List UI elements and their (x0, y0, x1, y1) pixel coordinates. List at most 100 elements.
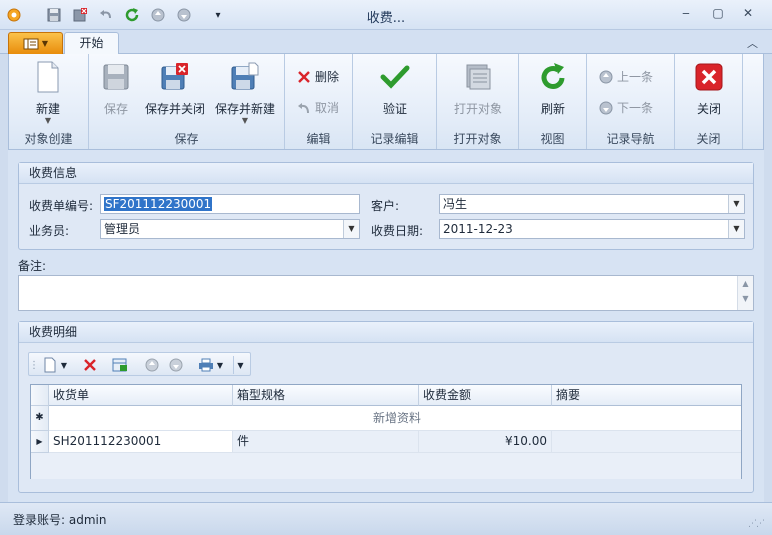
ribbon-group-open: 打开对象 打开对象 (437, 54, 519, 149)
new-row-indicator-icon: ✱ (31, 406, 49, 431)
customer-label: 客户: (371, 199, 400, 213)
chevron-down-icon[interactable]: ▼ (728, 195, 744, 213)
grid-move-down-icon[interactable] (167, 356, 185, 374)
grid-corner (31, 385, 49, 406)
info-panel-title: 收费信息 (19, 163, 753, 184)
new-button[interactable]: 新建 ▼ (19, 60, 77, 125)
chevron-down-icon: ▼ (241, 116, 249, 125)
save-and-new-button[interactable]: 保存并新建 ▼ (213, 60, 277, 125)
detail-grid: 收货单 箱型规格 收费金额 摘要 ✱ 新增资料 ▶ SH201112230001… (30, 384, 742, 479)
refresh-button[interactable]: 刷新 (533, 60, 573, 117)
tab-start[interactable]: 开始 (64, 32, 119, 55)
table-row-receipt[interactable]: SH201112230001 (49, 431, 233, 453)
save-close-icon (161, 63, 188, 90)
resize-grip-icon[interactable]: ⋰⋰ (748, 519, 765, 529)
close-button[interactable]: 关闭 (689, 60, 729, 117)
title-bar: ▾ 收费... ‒ ▢ ✕ (0, 0, 772, 30)
minimize-button[interactable]: ‒ (676, 6, 696, 24)
save-new-icon (231, 62, 259, 90)
status-bar: 登录账号: admin ⋰⋰ (0, 502, 772, 535)
form-content: 收费信息 收费单编号: SF201112230001 客户: 冯生 ▼ 业务员:… (8, 150, 764, 502)
ribbon-group-nav: 上一条 下一条 记录导航 (587, 54, 675, 149)
chevron-down-icon[interactable]: ▼ (728, 220, 744, 238)
application-menu-button[interactable]: ▼ (8, 32, 63, 54)
ribbon: 新建 ▼ 对象创建 保存 保存并关闭 保存并新建 ▼ 保存 删除 取消 编辑 验… (8, 54, 764, 150)
maximize-button[interactable]: ▢ (708, 6, 728, 24)
save-icon (103, 64, 129, 90)
ribbon-group-view: 刷新 视图 (519, 54, 587, 149)
chevron-down-icon[interactable]: ▼ (215, 356, 225, 374)
grid-move-up-icon[interactable] (143, 356, 161, 374)
previous-record-button[interactable]: 上一条 (599, 68, 653, 85)
group-label-edit: 编辑 (306, 132, 331, 146)
group-label-save: 保存 (174, 132, 199, 146)
column-header-receipt[interactable]: 收货单 (49, 385, 233, 406)
date-label: 收费日期: (371, 224, 424, 238)
ribbon-tab-row: ▼ 开始 ︿ (0, 30, 772, 55)
group-label-nav: 记录导航 (606, 132, 655, 146)
remark-label: 备注: (18, 259, 47, 273)
column-header-summary[interactable]: 摘要 (552, 385, 741, 406)
ribbon-group-close: 关闭 关闭 (675, 54, 743, 149)
ribbon-collapse-icon[interactable]: ︿ (747, 35, 758, 51)
detail-panel-title: 收费明细 (19, 322, 753, 343)
toolbar-overflow-icon[interactable]: ▼ (233, 356, 247, 374)
chevron-down-icon[interactable]: ▼ (343, 220, 359, 238)
salesman-label: 业务员: (29, 224, 70, 238)
date-picker[interactable]: 2011-12-23 ▼ (439, 219, 745, 239)
check-icon (380, 65, 410, 89)
customer-select[interactable]: 冯生 ▼ (439, 194, 745, 214)
grid-toolbar: ⋮ ▼ ▼ ▼ (28, 352, 251, 376)
grid-edit-icon[interactable] (111, 356, 129, 374)
info-panel: 收费信息 收费单编号: SF201112230001 客户: 冯生 ▼ 业务员:… (18, 162, 754, 250)
open-object-button[interactable]: 打开对象 (445, 60, 511, 117)
table-row-spec[interactable]: 件 (233, 431, 419, 453)
app-menu-icon (23, 38, 39, 49)
cancel-button[interactable]: 取消 (297, 99, 339, 116)
ribbon-group-create: 新建 ▼ 对象创建 (9, 54, 89, 149)
next-record-button[interactable]: 下一条 (599, 99, 653, 116)
current-row-indicator-icon: ▶ (31, 431, 49, 453)
undo-icon (298, 102, 309, 113)
table-row-summary[interactable] (552, 431, 741, 453)
scroll-up-icon[interactable]: ▲ (738, 279, 753, 288)
close-window-button[interactable]: ✕ (738, 6, 758, 24)
grid-footer (31, 453, 741, 479)
arrow-up-circle-icon (599, 70, 613, 83)
group-label-view: 视图 (540, 132, 565, 146)
ribbon-group-edit: 删除 取消 编辑 (285, 54, 353, 149)
toolbar-grip-icon: ⋮ (29, 359, 39, 371)
refresh-icon (541, 63, 565, 89)
grid-print-icon[interactable] (197, 356, 215, 374)
grid-new-row[interactable]: 新增资料 (49, 406, 741, 431)
group-label-record-edit: 记录编辑 (370, 132, 419, 146)
table-row-amount[interactable]: ¥10.00 (419, 431, 552, 453)
validate-button[interactable]: 验证 (375, 60, 415, 117)
column-header-spec[interactable]: 箱型规格 (233, 385, 419, 406)
group-label-create: 对象创建 (24, 132, 73, 146)
save-button[interactable]: 保存 (101, 60, 131, 117)
login-account-status: 登录账号: admin (13, 513, 107, 527)
scroll-down-icon[interactable]: ▼ (738, 294, 753, 303)
open-object-icon (466, 64, 491, 90)
salesman-select[interactable]: 管理员 ▼ (100, 219, 360, 239)
grid-new-icon[interactable] (41, 356, 59, 374)
ribbon-group-record-edit: 验证 记录编辑 (353, 54, 437, 149)
delete-icon (298, 70, 310, 83)
receipt-no-label: 收费单编号: (29, 199, 94, 213)
column-header-amount[interactable]: 收费金额 (419, 385, 552, 406)
arrow-down-circle-icon (599, 101, 613, 114)
detail-panel: 收费明细 ⋮ ▼ ▼ ▼ 收货单 箱型规格 收费金额 摘要 ✱ 新增资料 ▶ S… (18, 321, 754, 493)
close-red-icon (695, 63, 723, 91)
chevron-down-icon[interactable]: ▼ (59, 356, 69, 374)
delete-button[interactable]: 删除 (297, 68, 339, 85)
save-and-close-button[interactable]: 保存并关闭 (143, 60, 207, 117)
ribbon-group-save: 保存 保存并关闭 保存并新建 ▼ 保存 (89, 54, 285, 149)
remark-scrollbar[interactable]: ▲ ▼ (737, 276, 753, 310)
new-document-icon (37, 61, 59, 93)
grid-delete-icon[interactable] (81, 356, 99, 374)
chevron-down-icon: ▼ (44, 116, 52, 125)
receipt-no-input[interactable]: SF201112230001 (100, 194, 360, 214)
chevron-down-icon: ▼ (41, 39, 49, 48)
remark-input[interactable]: ▲ ▼ (18, 275, 754, 311)
